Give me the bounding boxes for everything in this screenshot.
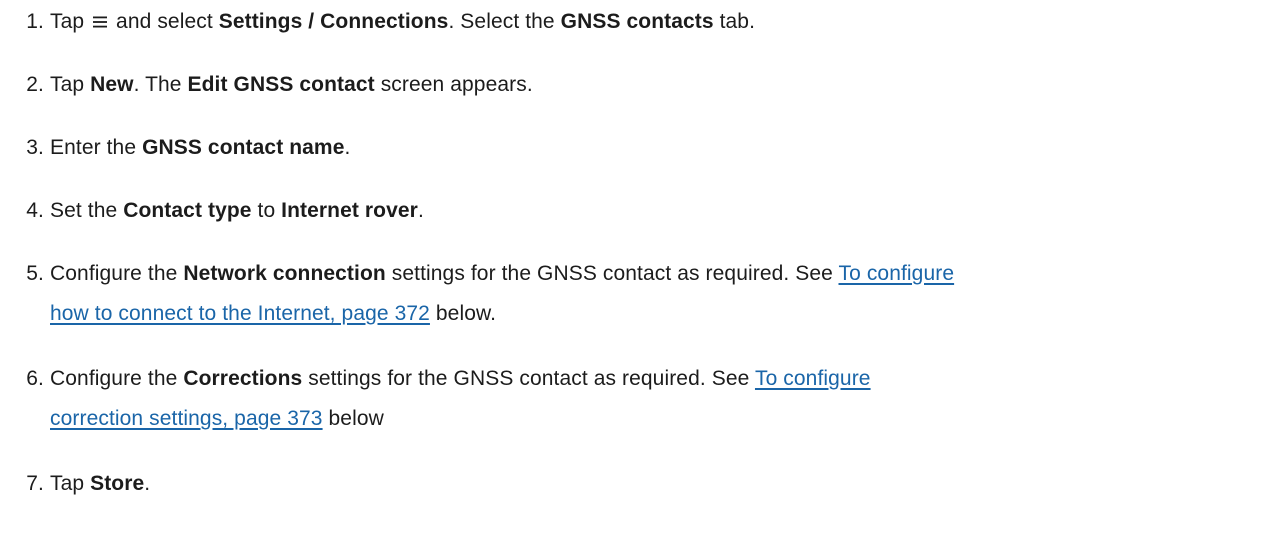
text-segment: tab. (719, 10, 756, 33)
text-segment: . Select the (448, 10, 555, 33)
step-text: Enter the GNSS contact name. (50, 128, 350, 168)
step-text: Configure the Network connection setting… (50, 254, 954, 294)
text-segment: Set the (50, 199, 118, 222)
field-name: GNSS contact name (142, 136, 345, 159)
group-name: Corrections (183, 367, 303, 390)
text-segment: below. (435, 302, 497, 325)
text-segment: Tap (50, 73, 85, 96)
step-text: Tap and select Settings / Connections. S… (50, 2, 755, 42)
step-text: Configure the Corrections settings for t… (50, 359, 871, 399)
text-segment: settings for the GNSS contact as require… (391, 262, 833, 285)
text-segment: Tap (50, 472, 85, 495)
text-segment: . (144, 472, 151, 495)
cross-reference-link[interactable]: To configure (755, 367, 871, 390)
step-number: 6. (26, 367, 44, 390)
button-name: New (90, 73, 134, 96)
text-segment: Enter the (50, 136, 137, 159)
step-number: 4. (26, 199, 44, 222)
group-name: Network connection (183, 262, 386, 285)
text-segment: below (328, 407, 384, 430)
text-segment: to (257, 199, 276, 222)
step-text: Tap New. The Edit GNSS contact screen ap… (50, 65, 533, 105)
step-number: 1. (26, 10, 44, 33)
step-text: Set the Contact type to Internet rover. (50, 191, 424, 231)
text-segment: . The (133, 73, 182, 96)
cross-reference-link[interactable]: correction settings, page 373 (50, 407, 323, 430)
button-name: Store (90, 472, 145, 495)
field-name: Contact type (123, 199, 252, 222)
text-segment: . (417, 199, 424, 222)
text-segment: Configure the (50, 367, 178, 390)
menu-icon (93, 16, 108, 28)
tab-name: GNSS contacts (560, 10, 714, 33)
text-segment: screen appears. (380, 73, 533, 96)
menu-path: Settings / Connections (218, 10, 449, 33)
step-text-continued: correction settings, page 373 below (50, 399, 384, 439)
text-segment: . (344, 136, 351, 159)
cross-reference-link[interactable]: To configure (839, 262, 955, 285)
text-segment: and select (116, 10, 213, 33)
step-number: 3. (26, 136, 44, 159)
screen-name: Edit GNSS contact (187, 73, 375, 96)
option-name: Internet rover (281, 199, 418, 222)
step-number: 7. (26, 472, 44, 495)
text-segment: Tap (50, 10, 85, 33)
step-text: Tap Store. (50, 464, 150, 504)
step-number: 2. (26, 73, 44, 96)
cross-reference-link[interactable]: how to connect to the Internet, page 372 (50, 302, 430, 325)
step-number: 5. (26, 262, 44, 285)
text-segment: Configure the (50, 262, 178, 285)
text-segment: settings for the GNSS contact as require… (308, 367, 750, 390)
step-text-continued: how to connect to the Internet, page 372… (50, 294, 496, 334)
